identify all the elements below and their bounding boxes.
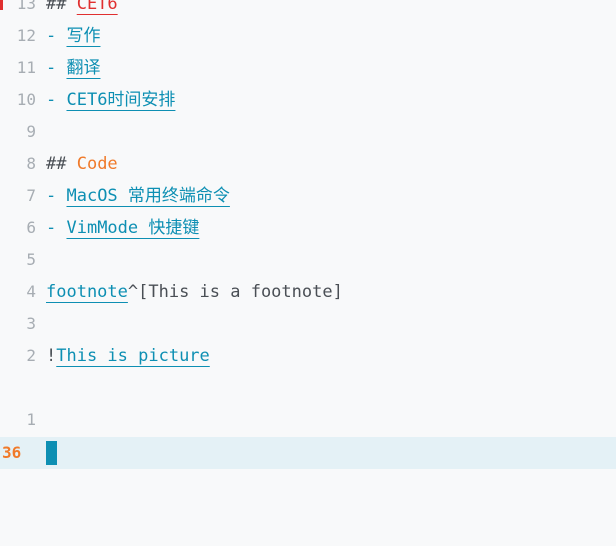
editor-line[interactable]: 4 footnote^[This is a footnote]	[0, 276, 616, 308]
line-number: 9	[26, 122, 36, 141]
heading-marker: ##	[46, 154, 77, 174]
image-marker: !	[46, 346, 57, 366]
list-marker: -	[46, 186, 67, 206]
editor-line[interactable]: 11 - 翻译	[0, 52, 616, 84]
footnote-text: ^[This is a footnote]	[127, 282, 343, 302]
list-link[interactable]: CET6时间安排	[66, 90, 175, 110]
editor-line[interactable]: 9	[0, 116, 616, 148]
editor-line[interactable]: 3	[0, 308, 616, 340]
line-number: 2	[26, 346, 36, 365]
editor-line[interactable]: 13 ## CET6	[0, 0, 616, 20]
list-link[interactable]: 写作	[66, 26, 100, 46]
line-content[interactable]: - VimMode 快捷键	[46, 212, 199, 244]
editor-line[interactable]: 1	[0, 404, 616, 436]
line-content[interactable]: !This is picture	[46, 340, 210, 372]
current-line[interactable]: 36	[0, 437, 616, 469]
line-number: 6	[26, 218, 36, 237]
editor-line[interactable]: 10 - CET6时间安排	[0, 84, 616, 116]
line-number: 4	[26, 282, 36, 301]
list-marker: -	[46, 58, 67, 78]
heading-link-cet6[interactable]: CET6	[77, 0, 118, 14]
line-number: 12	[16, 26, 36, 45]
current-line-number: 36	[2, 443, 22, 462]
line-number: 10	[16, 90, 36, 109]
editor-line[interactable]: 7 - MacOS 常用终端命令	[0, 180, 616, 212]
line-content[interactable]: - 写作	[46, 20, 100, 52]
list-marker: -	[46, 26, 67, 46]
line-number: 11	[16, 58, 36, 77]
markdown-editor[interactable]: 13 ## CET6 12 - 写作 11 - 翻译 10 - CET6时间安排…	[0, 0, 616, 546]
line-content[interactable]: ## CET6	[46, 0, 118, 20]
list-marker: -	[46, 218, 67, 238]
line-content[interactable]: footnote^[This is a footnote]	[46, 276, 343, 308]
line-number: 3	[26, 314, 36, 333]
heading-marker: ##	[46, 0, 77, 14]
list-marker: -	[46, 90, 67, 110]
line-content[interactable]: - CET6时间安排	[46, 84, 175, 116]
footnote-link[interactable]: footnote	[46, 282, 128, 302]
list-link[interactable]: 翻译	[66, 58, 100, 78]
line-number: 5	[26, 250, 36, 269]
line-number: 13	[16, 0, 36, 13]
editor-line[interactable]: 2 !This is picture	[0, 340, 616, 372]
editor-line[interactable]: 12 - 写作	[0, 20, 616, 52]
line-content[interactable]: - 翻译	[46, 52, 100, 84]
line-content[interactable]: ## Code	[46, 148, 118, 180]
list-link[interactable]: VimMode 快捷键	[66, 218, 199, 238]
editor-line[interactable]: 8 ## Code	[0, 148, 616, 180]
line-number: 1	[26, 410, 36, 429]
line-content[interactable]: - MacOS 常用终端命令	[46, 180, 230, 212]
editor-line[interactable]: 5	[0, 244, 616, 276]
picture-link[interactable]: This is picture	[56, 346, 210, 366]
line-number: 7	[26, 186, 36, 205]
editor-line[interactable]: 6 - VimMode 快捷键	[0, 212, 616, 244]
line-number: 8	[26, 154, 36, 173]
heading-text: Code	[76, 154, 118, 174]
list-link[interactable]: MacOS 常用终端命令	[66, 186, 229, 206]
text-cursor	[46, 441, 57, 465]
